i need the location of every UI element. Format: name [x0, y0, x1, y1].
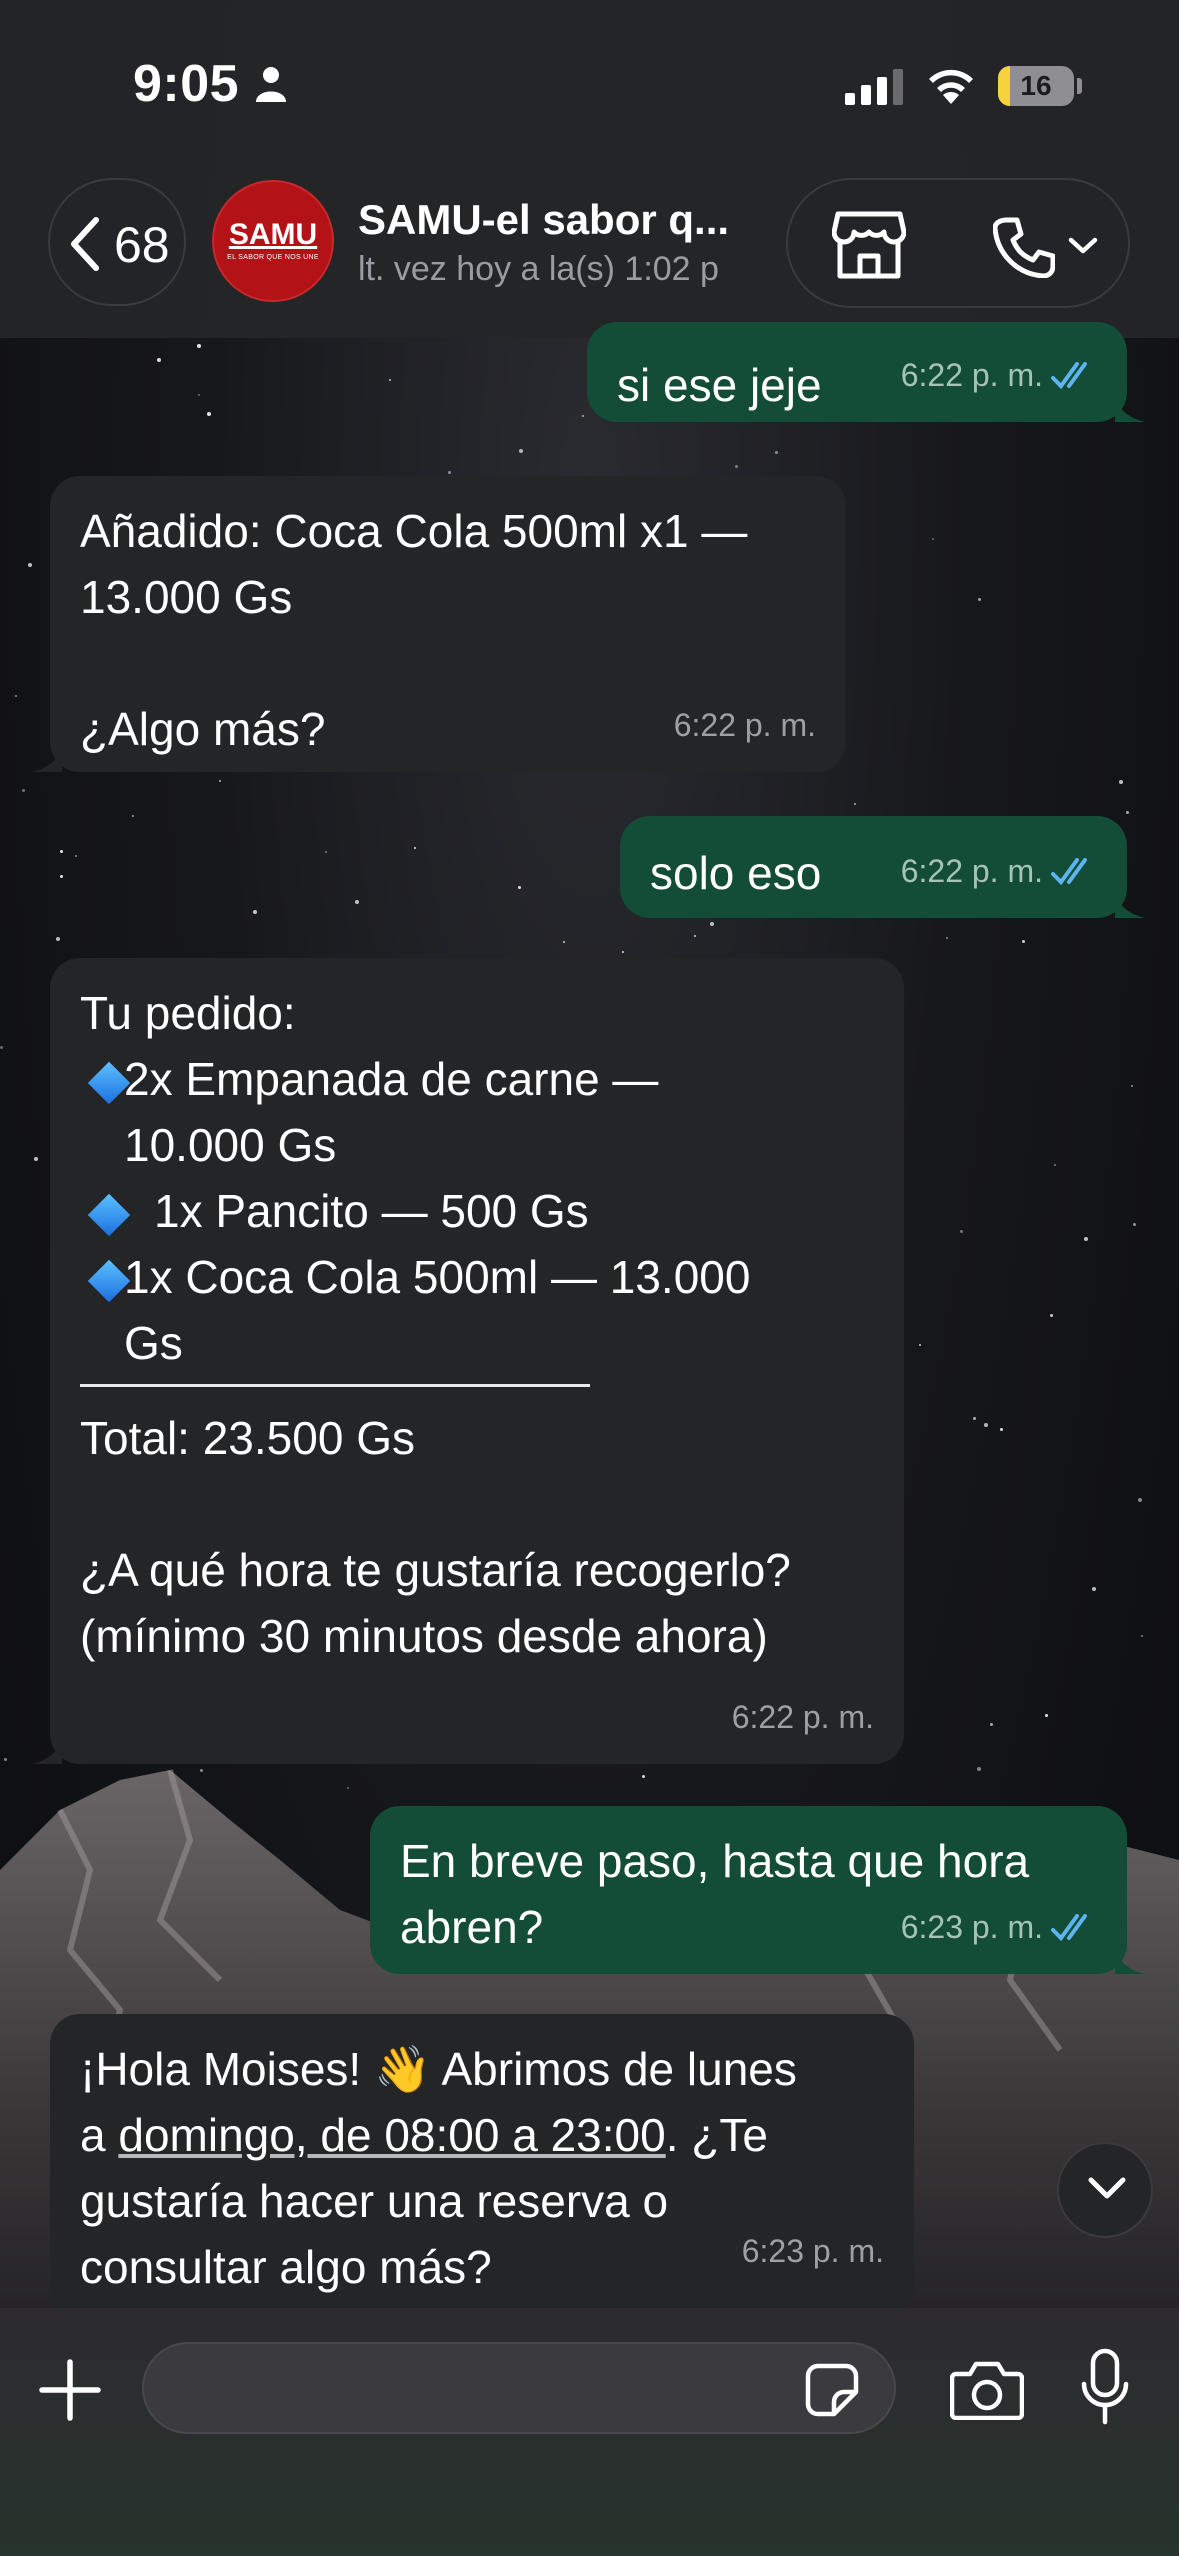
bubble-tail	[1115, 1944, 1145, 1974]
wifi-icon	[929, 69, 973, 104]
chevron-down-icon[interactable]	[1068, 236, 1098, 256]
message-time: 6:23 p. m.	[900, 1909, 1043, 1945]
message-time: 6:22 p. m.	[731, 1699, 874, 1735]
incoming-message[interactable]: Añadido: Coca Cola 500ml x1 — 13.000 Gs …	[32, 476, 846, 772]
message-time: 6:22 p. m.	[900, 853, 1043, 889]
battery-tip	[1077, 78, 1082, 94]
person-icon	[256, 67, 286, 102]
chevron-left-icon	[71, 217, 99, 271]
phone-icon[interactable]	[993, 216, 1055, 278]
incoming-message-order-summary[interactable]: Tu pedido: 2x Empanada de carne — 10.000…	[32, 958, 904, 1764]
avatar-logo-subtext: EL SABOR QUE NOS UNE	[227, 254, 319, 261]
chevron-down-icon	[1088, 2177, 1126, 2199]
camera-icon[interactable]	[950, 2360, 1024, 2420]
signal-icon	[845, 69, 903, 105]
unread-chats-count: 68	[114, 217, 170, 273]
store-icon[interactable]	[832, 210, 906, 280]
bubble-tail	[32, 742, 62, 772]
incoming-message[interactable]: ¡Hola Moises! 👋 Abrimos de lunes a domin…	[50, 2014, 914, 2314]
message-time: 6:22 p. m.	[900, 357, 1043, 393]
status-time: 9:05	[133, 55, 240, 113]
contact-last-seen[interactable]: lt. vez hoy a la(s) 1:02 p	[358, 250, 753, 289]
read-receipt-icon	[1051, 362, 1087, 390]
bubble-tail	[32, 1734, 62, 1764]
order-item-text: 2x Empanada de carne — 10.000 Gs	[124, 1053, 659, 1171]
plus-icon[interactable]	[38, 2358, 102, 2422]
order-item-text: 1x Coca Cola 500ml — 13.000 Gs	[124, 1251, 751, 1369]
bubble-tail	[1115, 392, 1145, 422]
blue-diamond-icon	[87, 1193, 131, 1237]
message-meta: 6:22 p. m.	[901, 342, 1097, 408]
message-time: 6:22 p. m.	[673, 707, 816, 743]
scroll-to-bottom-button[interactable]	[1057, 2142, 1153, 2238]
message-meta: 6:22 p. m.	[732, 1684, 874, 1750]
order-total: Total: 23.500 Gs	[80, 1412, 415, 1464]
outgoing-message[interactable]: si ese jeje 6:22 p. m.	[587, 322, 1145, 422]
order-item: 1x Coca Cola 500ml — 13.000 Gs	[80, 1244, 904, 1376]
battery-indicator: 16	[998, 66, 1074, 106]
message-composer	[0, 2308, 1179, 2556]
message-list[interactable]: si ese jeje 6:22 p. m. Añadido: Coca Col…	[0, 322, 1179, 2314]
order-title: Tu pedido:	[80, 987, 296, 1039]
outgoing-message[interactable]: solo eso 6:22 p. m.	[620, 816, 1145, 918]
header-actions	[786, 178, 1130, 308]
contact-name[interactable]: SAMU-el sabor q...	[358, 196, 729, 244]
message-meta: 6:23 p. m.	[901, 1894, 1097, 1960]
divider-line	[80, 1384, 590, 1387]
message-meta: 6:23 p. m.	[742, 2218, 884, 2284]
order-item: 2x Empanada de carne — 10.000 Gs	[80, 1046, 904, 1178]
status-bar: 9:05 16	[0, 0, 1179, 170]
message-input[interactable]	[142, 2342, 896, 2434]
avatar-logo-text: SAMU	[228, 218, 318, 251]
read-receipt-icon	[1051, 1914, 1087, 1942]
read-receipt-icon	[1051, 858, 1087, 886]
contact-avatar[interactable]: SAMU EL SABOR QUE NOS UNE	[212, 180, 334, 302]
outgoing-message[interactable]: En breve paso, hasta que hora abren? 6:2…	[370, 1806, 1145, 1974]
hours-link[interactable]: domingo, de 08:00 a 23:00	[118, 2109, 665, 2161]
chat-header: 9:05 16 68 SAMU EL SABOR QUE NOS UNE SAM…	[0, 0, 1179, 338]
microphone-icon[interactable]	[1080, 2348, 1130, 2428]
order-item: 1x Pancito — 500 Gs	[80, 1178, 904, 1244]
order-spacer	[80, 1471, 904, 1537]
message-meta: 6:22 p. m.	[674, 692, 816, 758]
bubble-tail	[1115, 888, 1145, 918]
battery-level: 16	[1020, 70, 1052, 101]
order-item-text: 1x Pancito — 500 Gs	[154, 1185, 589, 1237]
back-button[interactable]: 68	[48, 178, 186, 306]
sticker-icon[interactable]	[804, 2362, 860, 2418]
message-meta: 6:22 p. m.	[901, 838, 1097, 904]
message-time: 6:23 p. m.	[741, 2233, 884, 2269]
pickup-question: ¿A qué hora te gustaría recogerlo? (míni…	[80, 1544, 791, 1662]
